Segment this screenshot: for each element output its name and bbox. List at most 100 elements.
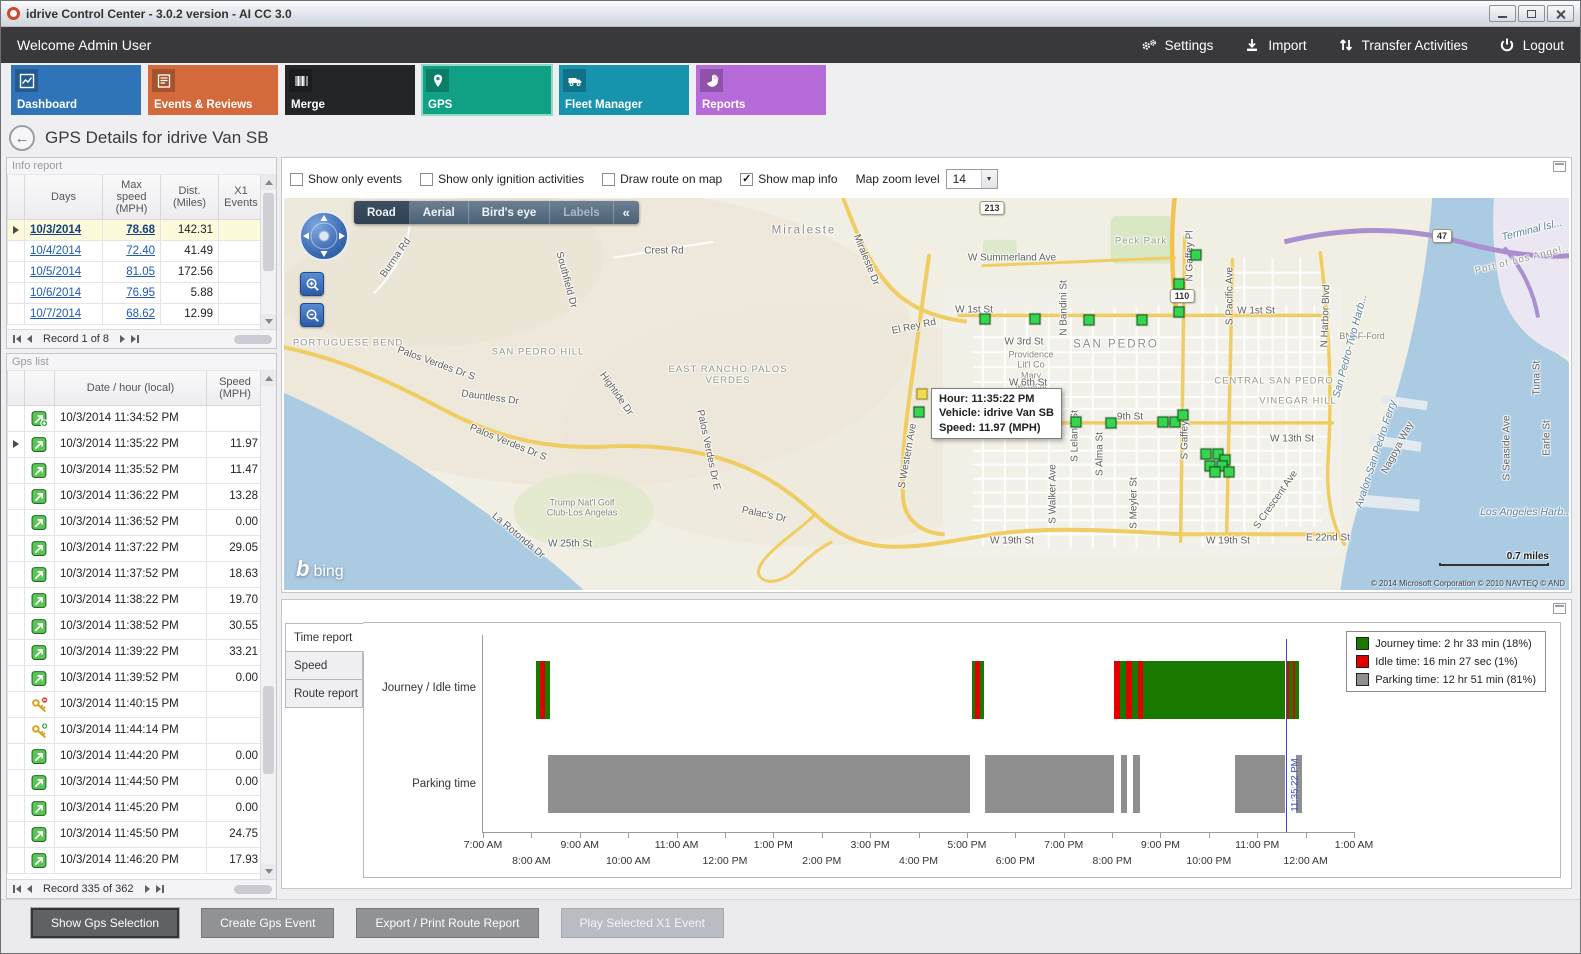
- scrollbar-thumb[interactable]: [263, 686, 274, 774]
- header-action-transfer-activities[interactable]: Transfer Activities: [1337, 37, 1468, 53]
- gps-marker[interactable]: [914, 407, 925, 418]
- gps-list-row[interactable]: 10/3/2014 11:44:20 PM0.00: [8, 743, 264, 769]
- checkbox-show-only-events[interactable]: Show only events: [290, 172, 402, 186]
- column-header-dist-miles[interactable]: Dist. (Miles): [161, 175, 219, 219]
- selected-gps-marker[interactable]: [917, 389, 928, 400]
- map-view-aerial[interactable]: Aerial: [410, 201, 469, 224]
- gps-list-row[interactable]: 10/3/2014 11:46:20 PM17.93: [8, 847, 264, 873]
- column-header-days[interactable]: Days: [25, 175, 103, 219]
- maximize-button[interactable]: [1518, 5, 1545, 22]
- gps-list-row[interactable]: 10/3/2014 11:38:22 PM19.70: [8, 587, 264, 613]
- play-selected-x1-event-button[interactable]: Play Selected X1 Event: [561, 908, 724, 938]
- gps-list-row[interactable]: 10/3/2014 11:37:52 PM18.63: [8, 561, 264, 587]
- info-report-row[interactable]: 10/4/201472.4041.49: [8, 240, 264, 261]
- info-pager-prev-button[interactable]: [26, 335, 33, 343]
- close-button[interactable]: [1547, 5, 1574, 22]
- export-print-route-report-button[interactable]: Export / Print Route Report: [356, 908, 538, 938]
- info-report-row[interactable]: 10/6/201476.955.88: [8, 282, 264, 303]
- gps-marker[interactable]: [1158, 417, 1169, 428]
- gps-list-row[interactable]: 10/3/2014 11:44:14 PM: [8, 717, 264, 743]
- map-zoom-in-button[interactable]: [300, 272, 324, 296]
- gps-list-row[interactable]: 10/3/2014 11:36:52 PM0.00: [8, 509, 264, 535]
- info-pager-next-button[interactable]: [119, 335, 126, 343]
- header-action-logout[interactable]: Logout: [1498, 37, 1564, 53]
- gps-pager-prev-button[interactable]: [26, 885, 33, 893]
- day-link[interactable]: 10/7/2014: [30, 308, 81, 320]
- nav-tile-reports[interactable]: Reports: [696, 65, 826, 115]
- day-link[interactable]: 10/5/2014: [30, 266, 81, 278]
- tab-route-report[interactable]: Route report: [285, 679, 363, 708]
- gps-marker[interactable]: [1030, 314, 1041, 325]
- scroll-up-icon[interactable]: [261, 175, 276, 190]
- gps-pager-next-button[interactable]: [144, 885, 151, 893]
- gps-marker[interactable]: [1084, 315, 1095, 326]
- map-panel-collapse-icon[interactable]: [1553, 161, 1566, 172]
- header-action-import[interactable]: Import: [1243, 37, 1306, 53]
- column-header-max-speed-mph[interactable]: Max speed (MPH): [103, 175, 161, 219]
- map-view-road[interactable]: Road: [354, 201, 410, 224]
- gps-list-row[interactable]: 10/3/2014 11:39:22 PM33.21: [8, 639, 264, 665]
- scroll-up-icon[interactable]: [261, 371, 276, 386]
- gps-table-scrollbar[interactable]: [260, 371, 276, 879]
- checkbox-draw-route-on-map[interactable]: Draw route on map: [602, 172, 722, 186]
- max-speed-link[interactable]: 81.05: [126, 266, 155, 278]
- header-action-settings[interactable]: Settings: [1140, 37, 1214, 53]
- day-link[interactable]: 10/3/2014: [30, 224, 81, 236]
- nav-tile-gps[interactable]: GPS: [422, 65, 552, 115]
- show-gps-selection-button[interactable]: Show Gps Selection: [31, 908, 179, 938]
- checkbox-show-only-ignition-activities[interactable]: Show only ignition activities: [420, 172, 584, 186]
- gps-pager-first-button[interactable]: [11, 885, 22, 893]
- info-pager-hscroll-thumb[interactable]: [234, 335, 272, 344]
- nav-tile-dashboard[interactable]: Dashboard: [11, 65, 141, 115]
- gps-list-row[interactable]: 10/3/2014 11:38:52 PM30.55: [8, 613, 264, 639]
- gps-list-row[interactable]: 10/3/2014 11:37:22 PM29.05: [8, 535, 264, 561]
- gps-list-row[interactable]: 10/3/2014 11:40:15 PM: [8, 691, 264, 717]
- gps-marker[interactable]: [1191, 250, 1202, 261]
- gps-list-row[interactable]: 10/3/2014 11:34:52 PM: [8, 405, 264, 431]
- gps-marker[interactable]: [1201, 449, 1212, 460]
- minimize-button[interactable]: [1489, 5, 1516, 22]
- map-viewbar-collapse-button[interactable]: «: [614, 201, 639, 224]
- max-speed-link[interactable]: 76.95: [126, 287, 155, 299]
- gps-list-row[interactable]: 10/3/2014 11:39:52 PM0.00: [8, 665, 264, 691]
- tab-time-report[interactable]: Time report: [285, 623, 364, 652]
- gps-pager-last-button[interactable]: [155, 885, 166, 893]
- column-header-speed-mph[interactable]: Speed (MPH): [207, 371, 264, 405]
- chart-panel-collapse-icon[interactable]: [1553, 603, 1566, 614]
- column-header-date-hour-local[interactable]: Date / hour (local): [55, 371, 207, 405]
- gps-marker[interactable]: [1071, 417, 1082, 428]
- create-gps-event-button[interactable]: Create Gps Event: [201, 908, 334, 938]
- gps-list-row[interactable]: 10/3/2014 11:35:52 PM11.47: [8, 457, 264, 483]
- nav-tile-events-reviews[interactable]: Events & Reviews: [148, 65, 278, 115]
- gps-marker[interactable]: [980, 314, 991, 325]
- nav-tile-fleet-manager[interactable]: Fleet Manager: [559, 65, 689, 115]
- gps-list-row[interactable]: 10/3/2014 11:36:22 PM13.28: [8, 483, 264, 509]
- max-speed-link[interactable]: 72.40: [126, 245, 155, 257]
- map-compass-control[interactable]: [298, 210, 350, 267]
- gps-marker[interactable]: [1178, 410, 1189, 421]
- back-button[interactable]: ←: [9, 125, 35, 151]
- map-canvas[interactable]: MiralestePeck ParkW Summerland AveCrest …: [284, 198, 1569, 590]
- max-speed-link[interactable]: 68.62: [126, 308, 155, 320]
- scroll-down-icon[interactable]: [261, 864, 276, 879]
- info-report-row[interactable]: 10/3/201478.68142.31: [8, 219, 264, 240]
- info-report-row[interactable]: 10/5/201481.05172.56: [8, 261, 264, 282]
- gps-marker[interactable]: [1224, 467, 1235, 478]
- gps-marker[interactable]: [1174, 279, 1185, 290]
- gps-marker[interactable]: [1174, 307, 1185, 318]
- map-view-bird-s-eye[interactable]: Bird's eye: [469, 201, 551, 224]
- map-zoom-select[interactable]: 14 ▼: [946, 169, 998, 189]
- info-pager-first-button[interactable]: [11, 335, 22, 343]
- gps-list-row[interactable]: 10/3/2014 11:45:20 PM0.00: [8, 795, 264, 821]
- checkbox-show-map-info[interactable]: ✓Show map info: [740, 172, 837, 186]
- column-header-x1-events[interactable]: X1 Events: [219, 175, 264, 219]
- scroll-down-icon[interactable]: [261, 314, 276, 329]
- max-speed-link[interactable]: 78.68: [126, 224, 155, 236]
- gps-marker[interactable]: [1137, 315, 1148, 326]
- map-view-labels[interactable]: Labels: [550, 201, 613, 224]
- day-link[interactable]: 10/6/2014: [30, 287, 81, 299]
- info-report-row[interactable]: 10/7/201468.6212.99: [8, 303, 264, 324]
- day-link[interactable]: 10/4/2014: [30, 245, 81, 257]
- gps-list-row[interactable]: 10/3/2014 11:44:50 PM0.00: [8, 769, 264, 795]
- gps-marker[interactable]: [1106, 418, 1117, 429]
